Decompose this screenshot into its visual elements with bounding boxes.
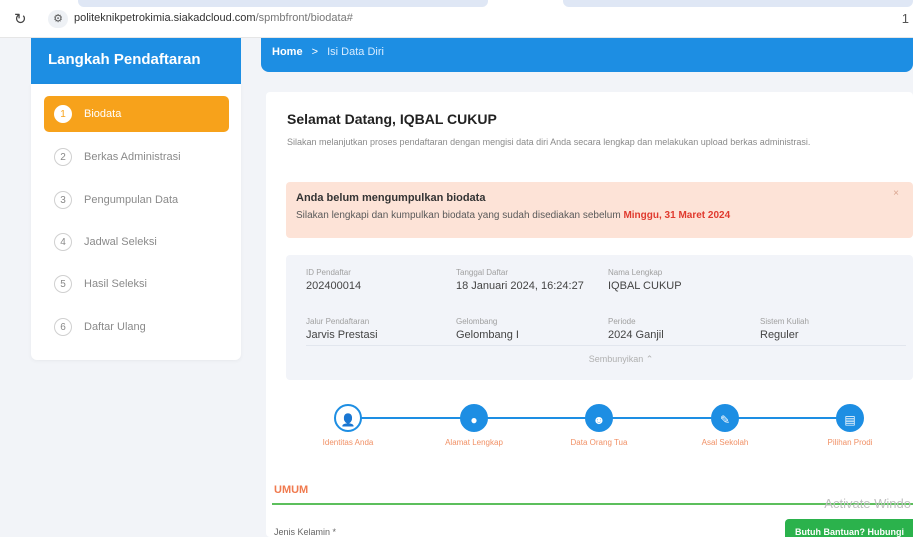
sidebar-item-pengumpulan-data[interactable]: 3 Pengumpulan Data xyxy=(44,182,229,218)
info-label: Tanggal Daftar xyxy=(456,268,509,277)
step-number-badge: 6 xyxy=(54,318,72,336)
info-label: Periode xyxy=(608,317,636,326)
info-value: Jarvis Prestasi xyxy=(306,329,378,341)
reload-icon[interactable]: ↻ xyxy=(14,10,27,28)
site-info-icon[interactable]: ⚙ xyxy=(48,10,68,28)
info-periode: Periode 2024 Ganjil xyxy=(608,317,664,341)
info-label: Jalur Pendaftaran xyxy=(306,317,370,326)
section-title: UMUM xyxy=(274,484,309,496)
info-gelombang: Gelombang Gelombang I xyxy=(456,317,519,341)
progress-step-alamat[interactable]: ● Alamat Lengkap xyxy=(434,404,514,447)
breadcrumb-current: Isi Data Diri xyxy=(327,46,384,58)
section-divider xyxy=(272,503,913,505)
intro-text: Silakan melanjutkan proses pendaftaran d… xyxy=(287,137,811,147)
parents-icon: ☻ xyxy=(585,404,613,432)
hide-details-toggle[interactable]: Sembunyikan ⌃ xyxy=(286,354,913,365)
breadcrumb-separator: > xyxy=(311,46,319,58)
tab-strip xyxy=(563,0,913,7)
step-number-badge: 3 xyxy=(54,191,72,209)
alert-message: Silakan lengkapi dan kumpulkan biodata y… xyxy=(296,210,624,221)
alert-text: Silakan lengkapi dan kumpulkan biodata y… xyxy=(296,210,913,221)
activation-watermark: Activate Windo xyxy=(824,496,911,511)
info-value: IQBAL CUKUP xyxy=(608,280,682,292)
url-path: /spmbfront/biodata# xyxy=(255,12,353,24)
tab-strip xyxy=(78,0,488,7)
info-value: Gelombang I xyxy=(456,329,519,341)
info-value: 202400014 xyxy=(306,280,362,292)
info-sistem: Sistem Kuliah Reguler xyxy=(760,317,809,341)
close-icon[interactable]: × xyxy=(893,188,899,199)
gender-field-label: Jenis Kelamin * xyxy=(274,527,337,537)
progress-step-identitas[interactable]: 👤 Identitas Anda xyxy=(308,404,388,447)
sidebar-item-hasil-seleksi[interactable]: 5 Hasil Seleksi xyxy=(44,266,229,302)
sidebar-item-label: Pengumpulan Data xyxy=(84,194,179,206)
location-pin-icon: ● xyxy=(460,404,488,432)
breadcrumb-home-link[interactable]: Home xyxy=(272,46,303,58)
sidebar-title: Langkah Pendaftaran xyxy=(31,38,241,84)
address-bar[interactable]: politeknikpetrokimia.siakadcloud.com/spm… xyxy=(74,12,353,24)
progress-label: Asal Sekolah xyxy=(701,438,749,447)
info-label: Nama Lengkap xyxy=(608,268,663,277)
browser-toolbar: ↻ ⚙ politeknikpetrokimia.siakadcloud.com… xyxy=(0,0,913,38)
progress-label: Alamat Lengkap xyxy=(445,438,503,447)
progress-label: Identitas Anda xyxy=(322,438,374,447)
info-jalur: Jalur Pendaftaran Jarvis Prestasi xyxy=(306,317,378,341)
info-label: Sistem Kuliah xyxy=(760,317,809,326)
sidebar-item-label: Berkas Administrasi xyxy=(84,151,181,163)
sidebar-item-label: Jadwal Seleksi xyxy=(84,236,157,248)
info-name: Nama Lengkap IQBAL CUKUP xyxy=(608,268,682,292)
info-label: ID Pendaftar xyxy=(306,268,351,277)
browser-menu-icon[interactable]: 1 xyxy=(902,11,909,26)
info-id: ID Pendaftar 202400014 xyxy=(306,268,361,292)
progress-step-asal-sekolah[interactable]: ✎ Asal Sekolah xyxy=(685,404,765,447)
progress-step-orang-tua[interactable]: ☻ Data Orang Tua xyxy=(559,404,639,447)
sidebar-item-label: Hasil Seleksi xyxy=(84,278,147,290)
registration-info: ID Pendaftar 202400014 Tanggal Daftar 18… xyxy=(286,255,913,380)
help-contact-button[interactable]: Butuh Bantuan? Hubungi xyxy=(785,519,913,537)
sidebar-item-jadwal-seleksi[interactable]: 4 Jadwal Seleksi xyxy=(44,224,229,260)
alert-deadline: Minggu, 31 Maret 2024 xyxy=(623,210,731,221)
biodata-alert: Anda belum mengumpulkan biodata Silakan … xyxy=(286,182,913,238)
progress-label: Pilihan Prodi xyxy=(827,438,873,447)
page-title: Selamat Datang, IQBAL CUKUP xyxy=(287,111,497,127)
step-number-badge: 1 xyxy=(54,105,72,123)
graduation-cap-icon: ✎ xyxy=(711,404,739,432)
step-number-badge: 4 xyxy=(54,233,72,251)
sidebar-item-label: Daftar Ulang xyxy=(84,321,146,333)
info-label: Gelombang xyxy=(456,317,498,326)
divider xyxy=(306,345,906,346)
info-value: Reguler xyxy=(760,329,799,341)
alert-title: Anda belum mengumpulkan biodata xyxy=(296,192,486,204)
progress-label: Data Orang Tua xyxy=(570,438,628,447)
step-number-badge: 5 xyxy=(54,275,72,293)
info-value: 2024 Ganjil xyxy=(608,329,664,341)
progress-step-pilihan-prodi[interactable]: ▤ Pilihan Prodi xyxy=(810,404,890,447)
step-number-badge: 2 xyxy=(54,148,72,166)
breadcrumb: Home > Isi Data Diri xyxy=(261,38,913,72)
info-value: 18 Januari 2024, 16:24:27 xyxy=(456,280,584,292)
main-card: Selamat Datang, IQBAL CUKUP Silakan mela… xyxy=(266,92,913,537)
sidebar-item-berkas-administrasi[interactable]: 2 Berkas Administrasi xyxy=(44,139,229,175)
sidebar-item-label: Biodata xyxy=(84,108,122,120)
sidebar-item-daftar-ulang[interactable]: 6 Daftar Ulang xyxy=(44,309,229,345)
info-date: Tanggal Daftar 18 Januari 2024, 16:24:27 xyxy=(456,268,584,292)
user-icon: 👤 xyxy=(334,404,362,432)
sidebar: 1 Biodata 2 Berkas Administrasi 3 Pengum… xyxy=(31,84,241,360)
url-host: politeknikpetrokimia.siakadcloud.com xyxy=(74,12,256,24)
book-icon: ▤ xyxy=(836,404,864,432)
sidebar-item-biodata[interactable]: 1 Biodata xyxy=(44,96,229,132)
